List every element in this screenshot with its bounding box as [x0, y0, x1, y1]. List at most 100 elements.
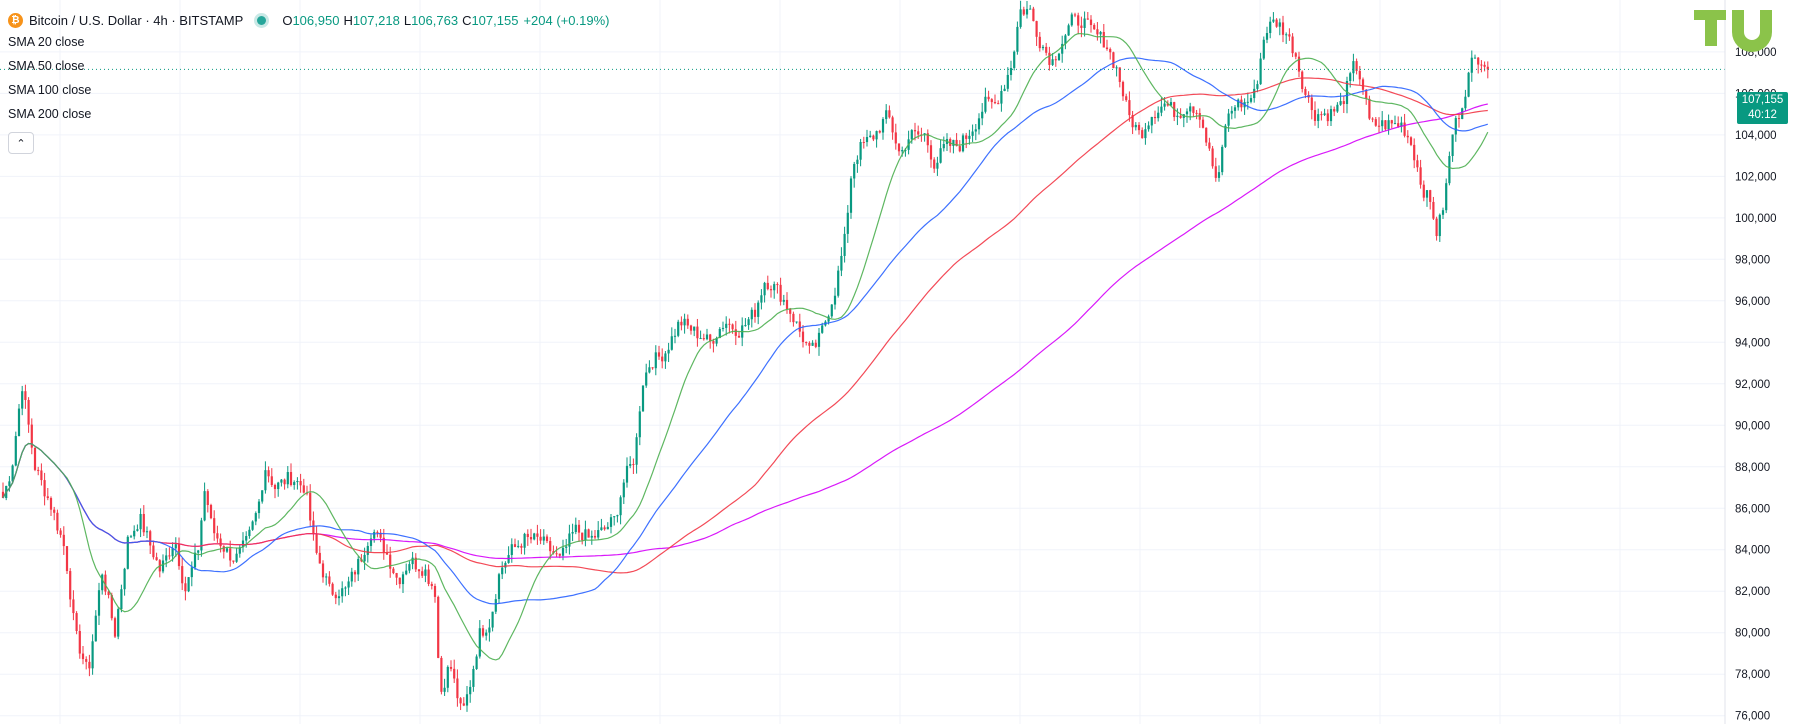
candle-body [411, 557, 414, 565]
candle-body [872, 135, 875, 140]
candle-body [421, 571, 424, 576]
symbol-title[interactable]: Bitcoin / U.S. Dollar · 4h · BITSTAMP [29, 13, 243, 28]
candle-body [597, 530, 600, 538]
candle-body [1125, 96, 1128, 101]
candle-body [341, 588, 344, 597]
candle-body [1253, 88, 1256, 99]
tick-label: 82,000 [1735, 586, 1770, 598]
candle-body [184, 583, 187, 592]
candle-body [283, 479, 286, 485]
candle-body [811, 342, 814, 346]
candle-body [337, 596, 341, 599]
candle-body [661, 356, 664, 362]
candle-body [747, 319, 750, 326]
candle-body [85, 659, 88, 662]
candle-body [389, 554, 392, 569]
market-status-icon[interactable] [257, 15, 267, 25]
indicator-sma-20[interactable]: SMA 20 close [8, 30, 609, 54]
candle-body [846, 212, 849, 234]
candle-body [712, 341, 715, 344]
candle-body [72, 599, 75, 614]
candle-body [126, 536, 129, 569]
candle-body [392, 568, 395, 574]
collapse-legend-button[interactable]: ⌃ [8, 132, 34, 154]
candle-body [1080, 25, 1083, 28]
candle-body [129, 536, 133, 538]
candle-body [1259, 58, 1262, 85]
candle-body [1381, 120, 1384, 127]
candle-body [901, 150, 904, 152]
candle-body [1371, 118, 1374, 120]
candle-body [510, 544, 513, 556]
candle-body [673, 335, 677, 337]
indicator-sma-200[interactable]: SMA 200 close [8, 102, 609, 126]
tick-label: 88,000 [1735, 462, 1770, 474]
candle-body [232, 560, 235, 562]
candle-body [1189, 106, 1192, 112]
candle-body [593, 535, 597, 538]
open-label: O [282, 12, 293, 28]
candle-body [1454, 118, 1457, 135]
candle-body [961, 135, 965, 152]
candle-body [1176, 115, 1179, 118]
candle-body [613, 516, 616, 518]
tick-label: 98,000 [1735, 254, 1770, 266]
candle-body [213, 518, 216, 534]
candle-body [1323, 113, 1326, 115]
candle-body [251, 521, 254, 530]
candle-body [123, 568, 126, 590]
candle-body [81, 653, 85, 660]
candle-body [1115, 67, 1118, 69]
indicator-sma-50[interactable]: SMA 50 close [8, 54, 609, 78]
indicator-sma-100[interactable]: SMA 100 close [8, 78, 609, 102]
candle-body [325, 576, 328, 578]
candle-body [1390, 120, 1393, 124]
candle-body [501, 567, 504, 575]
candle-body [670, 336, 673, 350]
candle-body [1013, 51, 1016, 68]
candle-body [219, 538, 222, 547]
candle-body [555, 553, 558, 555]
candle-body [286, 472, 289, 485]
high-value: 107,218 [352, 12, 400, 28]
tick-label: 102,000 [1735, 171, 1777, 183]
candle-body [878, 131, 881, 133]
candle-body [779, 284, 782, 302]
candle-body [1073, 14, 1077, 16]
candle-body [309, 492, 312, 521]
candle-body [1301, 71, 1304, 89]
candle-body [1361, 79, 1365, 90]
candle-body [1230, 110, 1233, 114]
candle-body [600, 527, 603, 531]
candle-body [1342, 101, 1345, 105]
candle-body [549, 541, 552, 552]
candle-body [625, 465, 629, 483]
candle-body [456, 678, 459, 699]
tradingview-logo[interactable] [1694, 8, 1786, 54]
candle-body [731, 324, 734, 330]
candle-body [209, 504, 213, 519]
tick-label: 84,000 [1735, 545, 1770, 557]
candle-body [1112, 52, 1115, 68]
candle-body [744, 325, 747, 327]
close-label: C [462, 12, 472, 28]
change-value: +204 (+0.19%) [523, 12, 610, 28]
candle-body [459, 698, 462, 704]
candle-body [606, 526, 609, 530]
candle-body [526, 533, 529, 538]
candle-body [798, 321, 801, 332]
candle-body [334, 594, 337, 599]
candle-body [654, 352, 657, 369]
tick-label: 90,000 [1735, 420, 1770, 432]
candle-body [574, 524, 577, 533]
candle-body [635, 437, 638, 465]
candle-body [705, 334, 709, 340]
candle-body [299, 481, 302, 486]
candle-body [267, 470, 270, 477]
candle-body [782, 299, 785, 302]
candle-body [75, 613, 78, 632]
tick-label: 104,000 [1735, 130, 1777, 142]
candle-body [1025, 9, 1029, 15]
candle-body [318, 552, 321, 564]
candle-body [328, 576, 331, 584]
